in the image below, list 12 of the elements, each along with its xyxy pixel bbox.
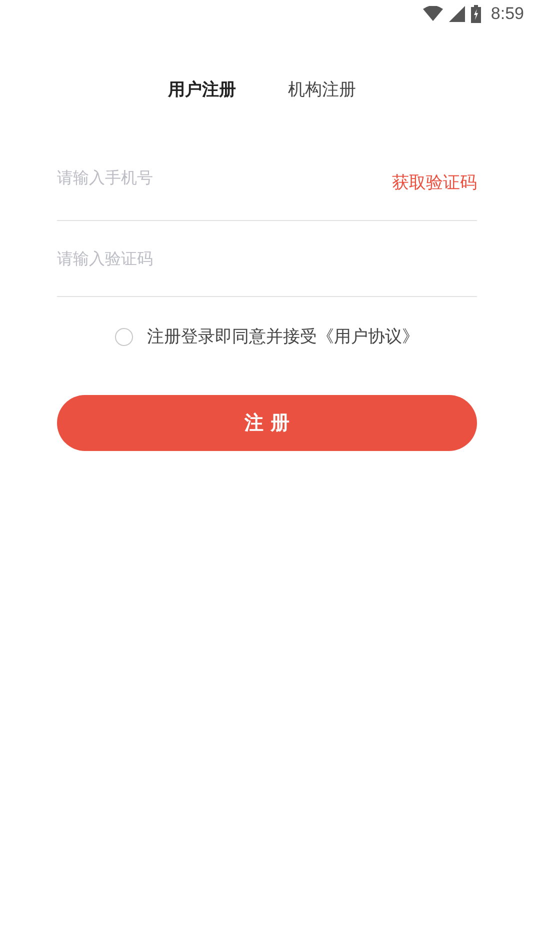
battery-icon: [470, 5, 481, 23]
input-field[interactable]: 请输入手机号: [57, 168, 257, 187]
clock-time: 8:59: [490, 4, 524, 24]
signal-icon: [448, 6, 465, 22]
tab[interactable]: 机构注册: [288, 76, 356, 103]
register-button[interactable]: 注 册: [57, 395, 477, 451]
tab[interactable]: 用户注册: [168, 76, 236, 103]
checkbox[interactable]: [115, 328, 133, 346]
get-code-link[interactable]: 获取验证码: [392, 171, 477, 194]
agreement-text: 注册登录即同意并接受《用户协议》: [147, 326, 419, 348]
input-field[interactable]: 请输入验证码: [57, 249, 257, 268]
wifi-icon: [422, 6, 443, 22]
